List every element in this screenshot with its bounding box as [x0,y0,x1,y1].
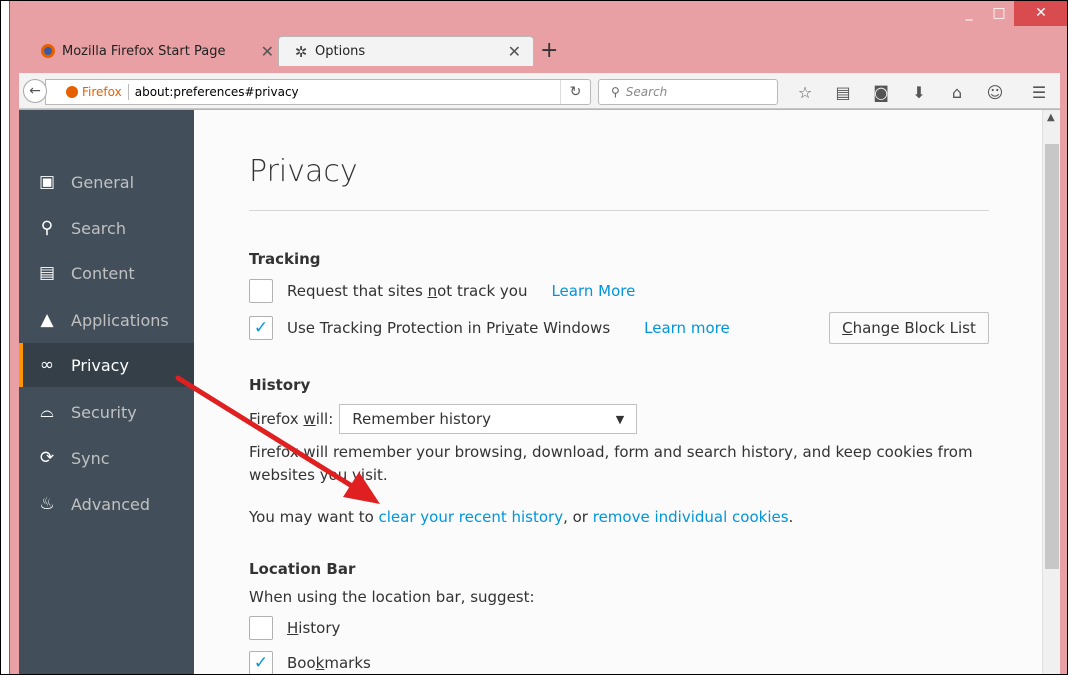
history-mode-select[interactable]: Remember history ▼ [339,404,638,434]
security-icon: ⌓ [40,402,54,422]
suggest-bookmarks-checkbox[interactable]: ✓ [249,651,273,675]
title-divider [249,210,989,211]
sidebar-item-label: Sync [71,448,110,468]
content-icon: ▤ [38,263,56,283]
applications-icon: ▲ [40,310,54,330]
scroll-up-icon[interactable]: ▲ [1047,112,1055,123]
close-icon[interactable]: ✕ [508,42,521,61]
gear-icon: ✲ [294,42,308,61]
search-icon: ⚲ [40,218,54,238]
sidebar-item-advanced[interactable]: ♨ Advanced [19,482,194,526]
firefox-icon [40,43,56,59]
pocket-icon[interactable]: ◙ [865,79,897,105]
toolbar-icons: ☆ ▤ ◙ ⬇ ⌂ ☺ ☰ [789,79,1055,105]
tab-bar: Mozilla Firefox Start Page ✕ ✲ Options ✕… [10,0,1068,72]
identity-label: Firefox [82,85,122,99]
general-icon: ▣ [38,172,56,192]
history-heading: History [249,376,311,394]
sidebar-item-label: Privacy [71,355,129,375]
sidebar-item-search[interactable]: ⚲ Search [19,206,194,250]
close-icon[interactable]: ✕ [261,42,274,61]
url-text: about:preferences#privacy [134,85,299,99]
dnt-learn-more-link[interactable]: Learn More [551,282,635,300]
sidebar-item-label: Applications [71,310,169,330]
sidebar-item-content[interactable]: ▤ Content [19,251,194,295]
url-bar[interactable]: Firefox about:preferences#privacy ↻ [45,79,591,105]
suggest-history-checkbox[interactable] [249,616,273,640]
sidebar-item-applications[interactable]: ▲ Applications [19,298,194,342]
sidebar-item-security[interactable]: ⌓ Security [19,390,194,434]
change-block-list-button[interactable]: Change Block List [829,312,989,344]
location-bar-suggest-label: When using the location bar, suggest: [249,588,535,606]
sidebar-item-label: Security [71,402,137,422]
history-description: Firefox will remember your browsing, dow… [249,443,973,484]
remove-individual-cookies-link[interactable]: remove individual cookies [593,508,789,526]
history-links-line: You may want to clear your recent histor… [249,508,794,526]
scrollbar-thumb[interactable] [1045,144,1059,569]
dnt-row: Request that sites not track you Learn M… [249,279,635,303]
history-mode-row: Firefox will: Remember history ▼ [249,404,638,434]
firefox-will-label: Firefox will: [249,410,334,428]
tab-title: Options [315,44,366,59]
window-controls: _ □ ✕ [954,0,1068,26]
tab-options[interactable]: ✲ Options ✕ [278,36,534,66]
privacy-mask-icon: ∞ [39,355,55,375]
vertical-scrollbar[interactable]: ▲ [1042,110,1060,675]
dnt-label: Request that sites not track you [287,282,528,300]
hello-icon[interactable]: ☺ [979,79,1011,105]
url-separator [127,84,129,100]
sync-icon: ⟳ [39,448,55,468]
sidebar: ▣ General ⚲ Search ▤ Content ▲ Applicati… [19,110,194,675]
privacy-pane: Privacy Tracking Request that sites not … [194,110,1042,675]
location-bar-heading: Location Bar [249,560,356,578]
reload-icon[interactable]: ↻ [560,80,590,104]
advanced-icon: ♨ [39,494,55,514]
suggest-history-row: History [249,616,340,640]
tracking-heading: Tracking [249,250,321,268]
tracking-protection-learn-more-link[interactable]: Learn more [644,319,730,337]
nav-bar: Firefox about:preferences#privacy ↻ ← ⚲ … [19,73,1060,109]
sidebar-item-label: General [71,172,135,192]
new-tab-button[interactable]: + [540,38,558,63]
identity-icon [66,86,78,98]
clear-recent-history-link[interactable]: clear your recent history [379,508,564,526]
bookmark-star-icon[interactable]: ☆ [789,79,821,105]
home-icon[interactable]: ⌂ [941,79,973,105]
suggest-history-label: History [287,619,341,637]
dropdown-arrow-icon: ▼ [615,412,625,426]
tab-start-page[interactable]: Mozilla Firefox Start Page ✕ [40,36,274,66]
download-icon[interactable]: ⬇ [903,79,935,105]
history-mode-value: Remember history [352,410,491,428]
tab-title: Mozilla Firefox Start Page [62,43,226,59]
tracking-protection-checkbox[interactable]: ✓ [249,316,273,340]
sidebar-item-general[interactable]: ▣ General [19,160,194,204]
minimize-button[interactable]: _ [954,0,984,26]
search-bar[interactable]: ⚲ Search [598,79,778,105]
sidebar-item-privacy[interactable]: ∞ Privacy [19,343,194,387]
search-placeholder: Search [625,85,668,99]
menu-icon[interactable]: ☰ [1023,79,1055,105]
back-button[interactable]: ← [23,79,47,103]
reading-list-icon[interactable]: ▤ [827,79,859,105]
search-icon: ⚲ [611,85,620,99]
suggest-bookmarks-label: Bookmarks [287,654,371,672]
dnt-checkbox[interactable] [249,279,273,303]
close-window-button[interactable]: ✕ [1014,0,1068,26]
tracking-protection-label: Use Tracking Protection in Private Windo… [287,319,611,337]
preferences-content: ▣ General ⚲ Search ▤ Content ▲ Applicati… [19,110,1060,675]
sidebar-item-label: Advanced [71,494,151,514]
tracking-protection-row: ✓ Use Tracking Protection in Private Win… [249,316,730,340]
suggest-bookmarks-row: ✓ Bookmarks [249,651,371,675]
sidebar-item-label: Content [71,263,135,283]
sidebar-item-label: Search [71,218,126,238]
maximize-button[interactable]: □ [984,0,1014,26]
page-title: Privacy [249,154,358,189]
sidebar-item-sync[interactable]: ⟳ Sync [19,436,194,480]
